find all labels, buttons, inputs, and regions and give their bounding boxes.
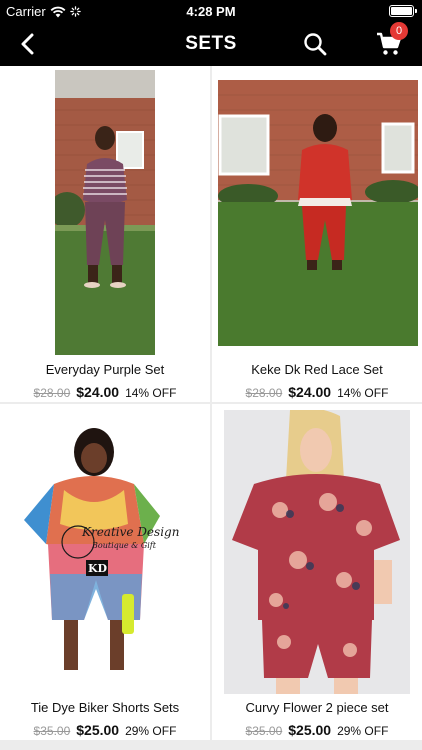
cart-count-badge: 0 <box>390 22 408 40</box>
product-prices: $28.00 $24.00 14% OFF <box>0 384 210 400</box>
product-grid: Everyday Purple Set $28.00 $24.00 14% OF… <box>0 66 422 740</box>
sale-price: $24.00 <box>288 384 332 400</box>
original-price: $35.00 <box>33 724 71 738</box>
product-card[interactable]: Everyday Purple Set $28.00 $24.00 14% OF… <box>0 66 210 402</box>
discount-label: 29% OFF <box>125 724 177 738</box>
status-bar: Carrier 4:28 PM <box>0 0 422 22</box>
svg-text:KD: KD <box>88 562 108 575</box>
discount-label: 14% OFF <box>125 386 177 400</box>
sale-price: $24.00 <box>76 384 120 400</box>
back-button[interactable] <box>12 30 42 58</box>
original-price: $28.00 <box>245 386 283 400</box>
product-prices: $28.00 $24.00 14% OFF <box>212 384 422 400</box>
original-price: $35.00 <box>245 724 283 738</box>
sale-price: $25.00 <box>288 722 332 738</box>
svg-text:Kreative Design: Kreative Design <box>81 525 179 539</box>
status-right <box>389 5 417 17</box>
sale-price: $25.00 <box>76 722 120 738</box>
product-name[interactable]: Curvy Flower 2 piece set <box>212 700 422 715</box>
status-time: 4:28 PM <box>186 4 236 19</box>
product-name[interactable]: Everyday Purple Set <box>0 362 210 377</box>
product-image <box>55 70 155 355</box>
product-image: Kreative Design Boutique & Gift KD <box>4 424 204 690</box>
discount-label: 14% OFF <box>337 386 389 400</box>
search-icon <box>304 33 327 56</box>
battery-level <box>391 7 412 15</box>
product-card[interactable]: Kreative Design Boutique & Gift KD Tie D… <box>0 404 210 740</box>
page-title: SETS <box>185 33 237 54</box>
product-name[interactable]: Tie Dye Biker Shorts Sets <box>0 700 210 715</box>
original-price: $28.00 <box>33 386 71 400</box>
product-card[interactable]: Curvy Flower 2 piece set $35.00 $25.00 2… <box>212 404 422 740</box>
discount-label: 29% OFF <box>337 724 389 738</box>
product-name[interactable]: Keke Dk Red Lace Set <box>212 362 422 377</box>
product-card[interactable]: Keke Dk Red Lace Set $28.00 $24.00 14% O… <box>212 66 422 402</box>
search-button[interactable] <box>300 29 330 59</box>
product-prices: $35.00 $25.00 29% OFF <box>0 722 210 738</box>
nav-bar: SETS <box>0 22 422 66</box>
chevron-left-icon <box>21 33 34 55</box>
screen: Carrier 4:28 PM SETS 0 Everyday Purple S… <box>0 0 422 750</box>
battery-icon <box>389 5 417 17</box>
product-image <box>218 80 418 346</box>
product-prices: $35.00 $25.00 29% OFF <box>212 722 422 738</box>
svg-text:Boutique & Gift: Boutique & Gift <box>91 541 157 550</box>
product-image <box>224 410 410 694</box>
